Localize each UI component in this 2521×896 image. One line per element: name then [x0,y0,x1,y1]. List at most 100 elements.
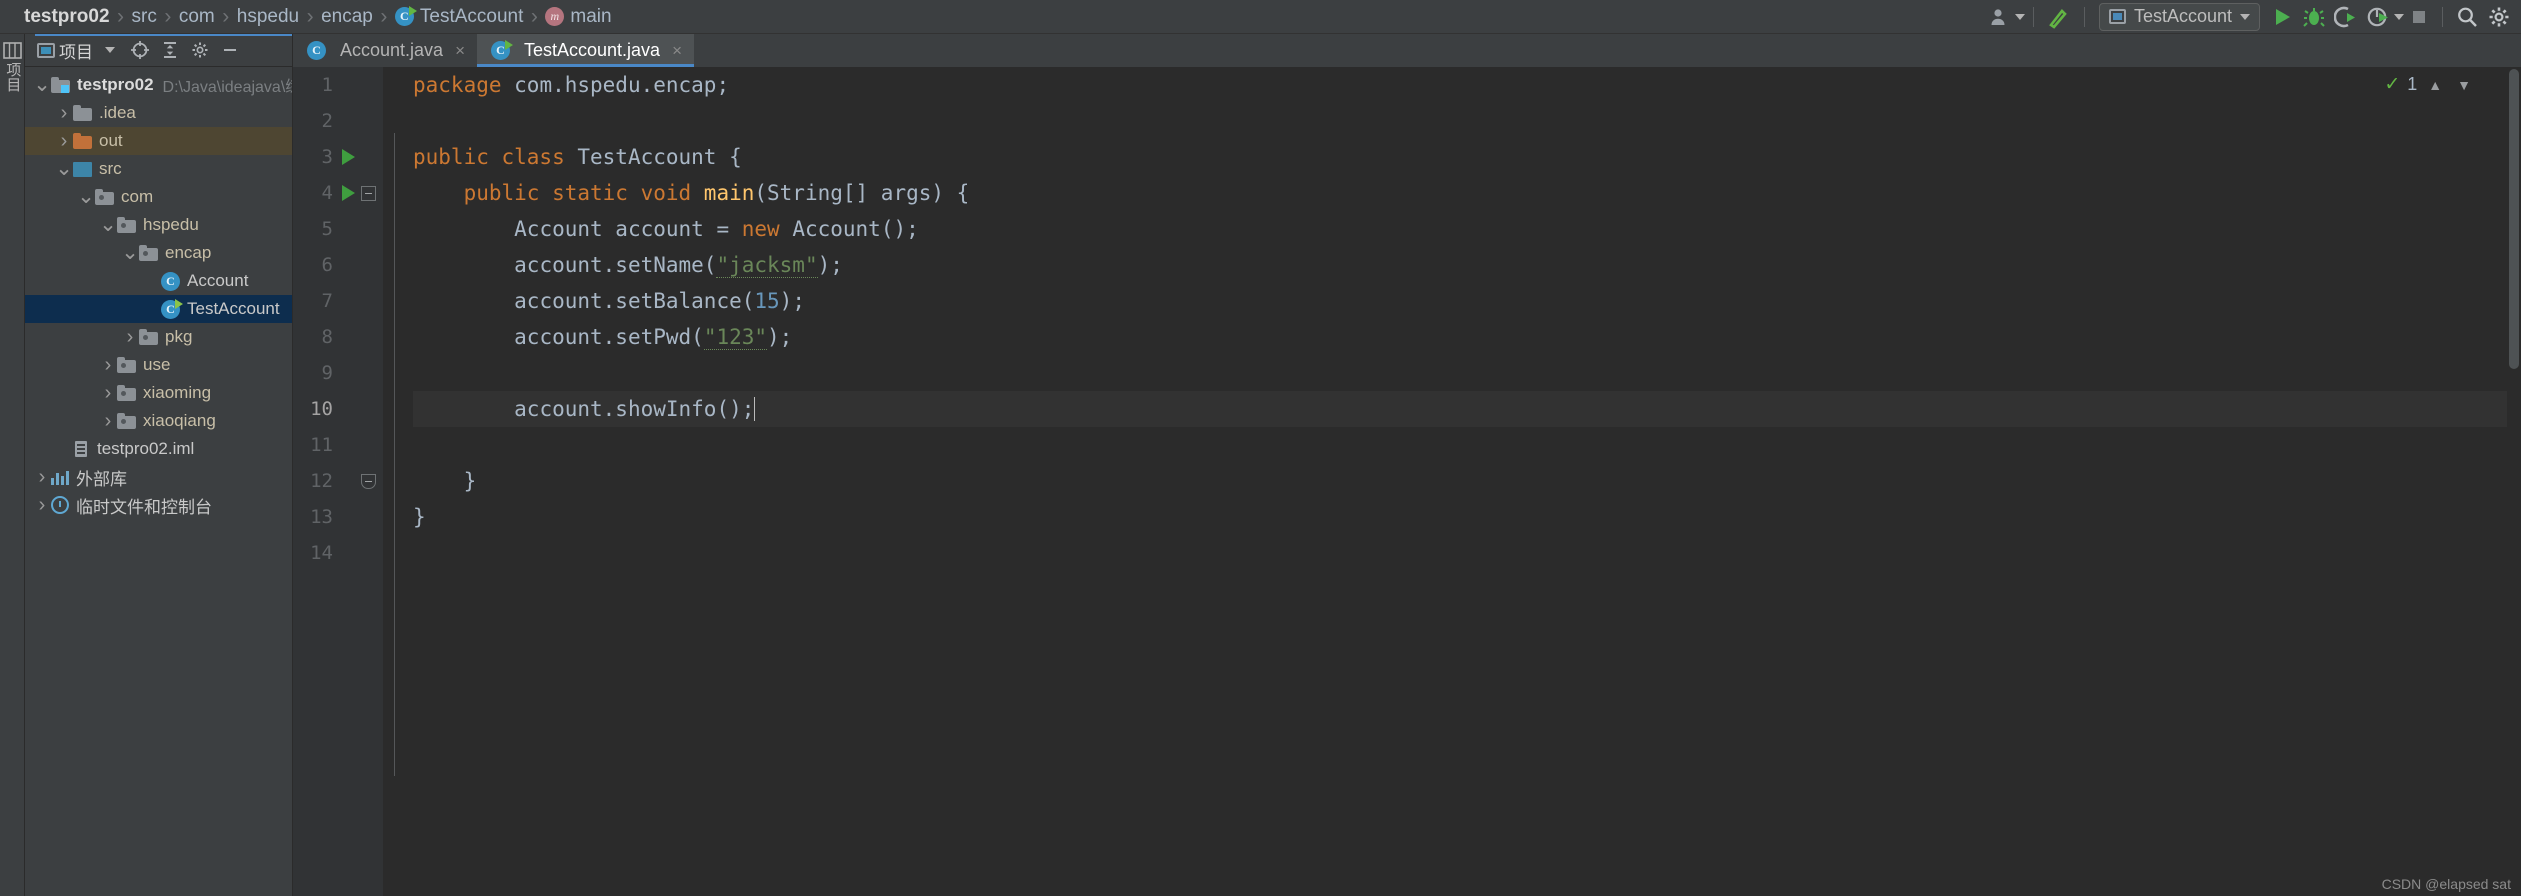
code-token: Account(); [792,217,919,241]
tree-item-hspedu[interactable]: ⌄ hspedu [25,211,292,239]
gutter-row[interactable]: 8 [293,319,383,355]
tree-item-label: .idea [99,103,136,122]
scrollbar-thumb[interactable] [2509,69,2519,369]
breadcrumb-item-testaccount[interactable]: C TestAccount [393,0,526,33]
profiler-icon[interactable] [2362,2,2394,32]
code-token: public class [413,145,578,169]
line-number: 7 [321,290,333,312]
tree-item-testpro02iml[interactable]: testpro02.iml [25,435,292,463]
breadcrumb-item-com[interactable]: com [177,0,217,33]
gutter-row[interactable]: 13 [293,499,383,535]
breadcrumb-item-encap[interactable]: encap [319,0,375,33]
tree-item-[interactable]: › 外部库 [25,463,292,491]
chevron-down-icon[interactable]: ⌄ [99,214,117,235]
fold-toggle-icon[interactable] [359,472,377,490]
chevron-down-icon[interactable]: ⌄ [77,186,95,207]
locate-icon[interactable] [127,37,153,63]
gutter-row[interactable]: 12 [293,463,383,499]
code-text[interactable]: package com.hspedu.encap; public class Te… [405,67,2521,896]
chevron-down-icon[interactable]: ▼ [2453,77,2475,93]
stop-icon[interactable] [2404,2,2434,32]
editor-tab-testaccountjava[interactable]: C TestAccount.java × [477,34,695,67]
fold-toggle-icon[interactable] [359,184,377,202]
gutter-row[interactable]: 2 [293,103,383,139]
editor-gutter[interactable]: 1 2 3 4 5 6 7 8 9 10 11 12 13 14 [293,67,383,896]
panel-settings-icon[interactable] [187,37,213,63]
gutter-row[interactable]: 14 [293,535,383,571]
project-tool-button[interactable]: 项目 [0,42,25,92]
tree-item-label: hspedu [143,215,199,234]
chevron-right-icon[interactable]: › [55,130,73,153]
tree-item-com[interactable]: ⌄ com [25,183,292,211]
inspection-widget[interactable]: ✓ 1 ▲ ▼ [2384,73,2475,96]
chevron-right-icon[interactable]: › [121,326,139,349]
folder-icon [73,105,92,121]
run-config-label: TestAccount [2133,6,2232,26]
close-icon[interactable]: × [672,41,682,61]
run-with-coverage-icon[interactable] [2330,2,2362,32]
chevron-right-icon[interactable]: › [33,494,51,517]
run-icon[interactable] [2266,2,2298,32]
project-tool-icon [3,42,22,59]
breadcrumb-item-src[interactable]: src [130,0,159,33]
close-icon[interactable]: × [455,41,465,61]
tree-item-idea[interactable]: › .idea [25,99,292,127]
chevron-down-icon[interactable] [97,37,123,63]
tree-item-xiaoqiang[interactable]: › xiaoqiang [25,407,292,435]
collapse-all-icon[interactable] [157,37,183,63]
gutter-row[interactable]: 3 [293,139,383,175]
search-icon[interactable] [2451,2,2483,32]
gutter-row[interactable]: 11 [293,427,383,463]
hammer-icon[interactable] [2042,2,2076,32]
tree-item-account[interactable]: C Account [25,267,292,295]
profiler-dropdown-caret[interactable] [2394,13,2404,20]
gutter-row[interactable]: 9 [293,355,383,391]
debug-icon[interactable] [2298,2,2330,32]
minimize-icon[interactable] [217,37,243,63]
chevron-right-icon[interactable]: › [55,102,73,125]
gear-icon[interactable] [2483,2,2515,32]
tree-item-pkg[interactable]: › pkg [25,323,292,351]
editor-scrollbar[interactable] [2507,67,2521,896]
gutter-row[interactable]: 10 [293,391,383,427]
chevron-up-icon[interactable]: ▲ [2424,77,2446,93]
gutter-row[interactable]: 5 [293,211,383,247]
gutter-row[interactable]: 4 [293,175,383,211]
code-line: account.setName("jacksm"); [413,247,2521,283]
tree-item-testpro02[interactable]: ⌄ testpro02 D:\Java\ideajava\练 [25,71,292,99]
breadcrumb-item-testpro02[interactable]: testpro02 [22,0,112,33]
gutter-row[interactable]: 7 [293,283,383,319]
tree-item-[interactable]: › 临时文件和控制台 [25,491,292,519]
tree-item-use[interactable]: › use [25,351,292,379]
tree-item-label: xiaoming [143,383,212,402]
tree-item-encap[interactable]: ⌄ encap [25,239,292,267]
chevron-right-icon[interactable]: › [99,354,117,377]
chevron-right-icon[interactable]: › [99,410,117,433]
chevron-right-icon[interactable]: › [99,382,117,405]
editor-tab-accountjava[interactable]: C Account.java × [293,34,477,67]
project-tree[interactable]: ⌄ testpro02 D:\Java\ideajava\练 › .idea › out ⌄ s… [25,67,292,896]
gutter-run-icon[interactable] [337,185,359,201]
tree-item-testaccount[interactable]: C TestAccount [25,295,292,323]
gutter-row[interactable]: 6 [293,247,383,283]
gutter-row[interactable]: 1 [293,67,383,103]
user-icon[interactable] [1985,2,2015,32]
gutter-run-icon[interactable] [337,149,359,165]
user-dropdown-caret[interactable] [2014,13,2025,20]
chevron-down-icon[interactable]: ⌄ [121,242,139,263]
chevron-down-icon[interactable]: ⌄ [33,74,51,95]
tree-item-xiaoming[interactable]: › xiaoming [25,379,292,407]
chevron-down-icon[interactable]: ⌄ [55,158,73,179]
tree-item-label: com [121,187,154,206]
line-number: 12 [310,470,333,492]
module-folder-icon [51,77,70,93]
breadcrumb-item-main[interactable]: m main [543,0,613,33]
run-configuration-selector[interactable]: TestAccount [2098,2,2260,31]
chevron-right-icon[interactable]: › [33,466,51,489]
tree-item-src[interactable]: ⌄ src [25,155,292,183]
breadcrumb-label: testpro02 [24,5,110,27]
code-line: public static void main(String[] args) { [413,175,2521,211]
breadcrumb-item-hspedu[interactable]: hspedu [235,0,301,33]
tree-item-out[interactable]: › out [25,127,292,155]
code-area[interactable]: 1 2 3 4 5 6 7 8 9 10 11 12 13 14 package com.hspedu.e… [293,67,2521,896]
